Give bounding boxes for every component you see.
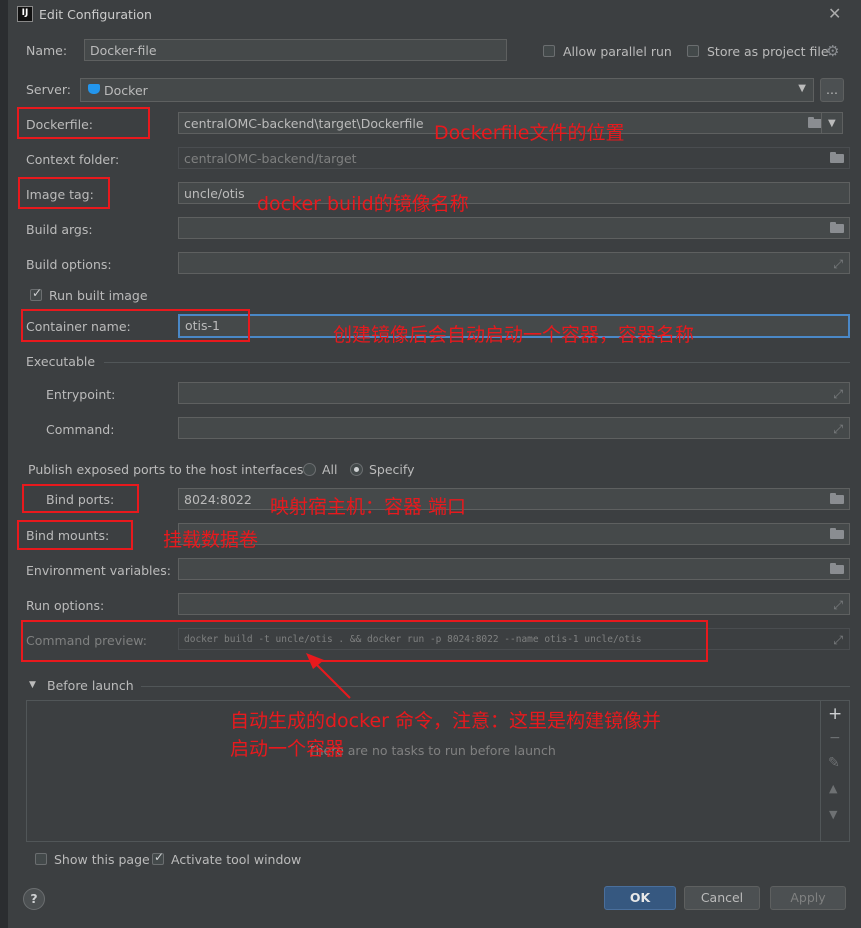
expand-icon[interactable]: ⤢: [833, 633, 843, 648]
publish-all-label[interactable]: All: [322, 462, 338, 477]
chevron-down-icon: ▼: [828, 118, 836, 129]
cancel-button[interactable]: Cancel: [684, 886, 760, 910]
run-options-label: Run options:: [26, 598, 105, 613]
publish-specify-radio[interactable]: [350, 463, 363, 476]
before-launch-label[interactable]: Before launch: [47, 678, 134, 693]
publish-ports-label: Publish exposed ports to the host interf…: [28, 462, 308, 477]
run-built-image-checkbox[interactable]: [30, 286, 42, 301]
publish-specify-label[interactable]: Specify: [369, 462, 414, 477]
ok-button[interactable]: OK: [604, 886, 676, 910]
publish-all-radio[interactable]: [303, 463, 316, 476]
mounts-annotation: 挂载数据卷: [163, 529, 259, 551]
allow-parallel-label[interactable]: Allow parallel run: [563, 44, 672, 59]
preview-annotation-line1: 自动生成的docker 命令，注意：这里是构建镜像并: [230, 710, 661, 732]
window-title: Edit Configuration: [39, 7, 152, 22]
expand-icon[interactable]: ⤢: [833, 387, 843, 402]
server-label: Server:: [26, 82, 71, 97]
bind-mounts-input[interactable]: [178, 523, 850, 545]
activate-tool-window-label[interactable]: Activate tool window: [171, 852, 301, 867]
section-divider: [141, 686, 850, 687]
folder-icon[interactable]: [830, 222, 844, 233]
container-name-highlight-box: [21, 309, 250, 342]
store-project-label[interactable]: Store as project file: [707, 44, 829, 59]
name-input[interactable]: Docker-file: [84, 39, 507, 61]
server-more-button[interactable]: ...: [820, 78, 844, 102]
build-args-label: Build args:: [26, 222, 93, 237]
edit-icon[interactable]: ✎: [828, 755, 840, 771]
command-input[interactable]: ⤢: [178, 417, 850, 439]
folder-icon[interactable]: [830, 152, 844, 163]
before-launch-empty-text: There are no tasks to run before launch: [308, 743, 556, 758]
close-icon[interactable]: ✕: [828, 4, 841, 23]
folder-icon[interactable]: [830, 528, 844, 539]
expand-icon[interactable]: ⤢: [833, 598, 843, 613]
collapse-triangle-icon[interactable]: ▼: [29, 680, 36, 690]
section-divider: [104, 362, 850, 363]
help-icon: ?: [30, 891, 38, 906]
image-tag-highlight-box: [18, 177, 110, 209]
name-label: Name:: [26, 43, 68, 58]
run-options-input[interactable]: ⤢: [178, 593, 850, 615]
command-preview-highlight-box: [21, 620, 708, 662]
allow-parallel-checkbox[interactable]: [543, 45, 555, 57]
bind-ports-highlight-box: [22, 484, 139, 513]
show-page-label[interactable]: Show this page: [54, 852, 150, 867]
edit-configuration-dialog: IJ Edit Configuration ✕ Name: Docker-fil…: [8, 0, 861, 928]
store-project-checkbox[interactable]: [687, 45, 699, 57]
expand-icon[interactable]: ⤢: [833, 257, 843, 272]
docker-icon: [88, 84, 100, 94]
app-icon: IJ: [17, 6, 33, 22]
folder-icon[interactable]: [808, 117, 822, 128]
preview-annotation-line2: 启动一个容器: [230, 738, 345, 760]
entrypoint-input[interactable]: ⤢: [178, 382, 850, 404]
build-options-label: Build options:: [26, 257, 112, 272]
remove-icon[interactable]: −: [829, 730, 841, 746]
ports-annotation: 映射宿主机：容器 端口: [270, 496, 467, 518]
show-page-checkbox[interactable]: [35, 853, 47, 865]
gear-icon[interactable]: ⚙: [826, 42, 839, 60]
expand-icon[interactable]: ⤢: [833, 422, 843, 437]
context-folder-input[interactable]: centralOMC-backend/target: [178, 147, 850, 169]
add-icon[interactable]: +: [828, 704, 842, 724]
apply-button[interactable]: Apply: [770, 886, 846, 910]
executable-section-label: Executable: [26, 354, 96, 369]
bind-mounts-highlight-box: [17, 520, 133, 550]
folder-icon[interactable]: [830, 563, 844, 574]
help-button[interactable]: ?: [23, 888, 45, 910]
container-annotation: 创建镜像后会自动启动一个容器，容器名称: [333, 324, 695, 346]
move-up-icon[interactable]: ▲: [829, 782, 837, 795]
chevron-down-icon: ▼: [798, 83, 806, 94]
activate-tool-window-checkbox[interactable]: [152, 850, 164, 865]
annotation-arrow: [306, 653, 351, 699]
image-tag-annotation: docker build的镜像名称: [257, 193, 469, 215]
build-args-input[interactable]: [178, 217, 850, 239]
dockerfile-highlight-box: [17, 107, 150, 139]
command-label: Command:: [46, 422, 115, 437]
dockerfile-annotation: Dockerfile文件的位置: [434, 122, 625, 144]
dockerfile-dropdown[interactable]: ▼: [821, 112, 843, 134]
server-select[interactable]: Docker ▼: [80, 78, 814, 102]
env-vars-input[interactable]: [178, 558, 850, 580]
context-folder-label: Context folder:: [26, 152, 120, 167]
run-built-image-label[interactable]: Run built image: [49, 288, 148, 303]
build-options-input[interactable]: ⤢: [178, 252, 850, 274]
folder-icon[interactable]: [830, 493, 844, 504]
move-down-icon[interactable]: ▼: [829, 808, 837, 821]
entrypoint-label: Entrypoint:: [46, 387, 116, 402]
env-vars-label: Environment variables:: [26, 563, 171, 578]
